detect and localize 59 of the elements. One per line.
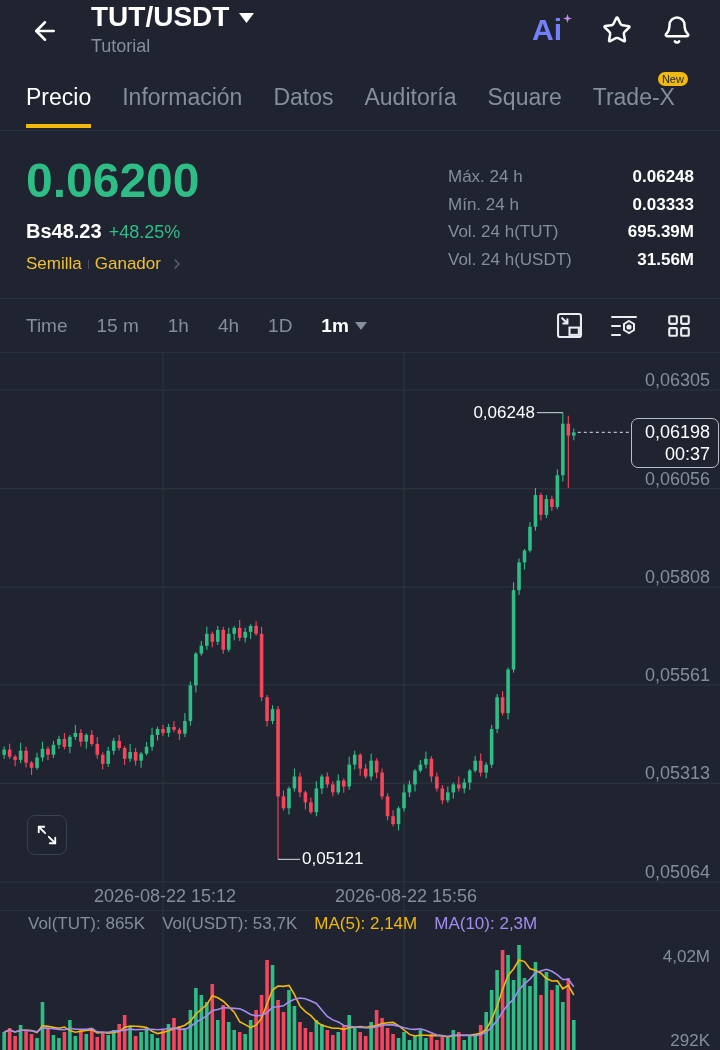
stat-value: 695.39M (627, 221, 694, 244)
price-axis-label: 0,06305 (644, 370, 710, 390)
price-axis-label: 0,05313 (644, 763, 710, 784)
pair-title[interactable]: TUT/USDT (91, 0, 230, 34)
last-price-value: 0,06198 (644, 421, 710, 444)
price-change: +48.25% (108, 221, 181, 244)
picture-in-picture-icon[interactable] (557, 313, 582, 338)
tab[interactable]: Auditoría (364, 84, 457, 128)
interval-tab[interactable]: 1h (167, 313, 189, 338)
fiat-price: Bs48.23 (26, 219, 102, 244)
interval-tab[interactable]: 1m (321, 313, 367, 338)
interval-tab[interactable]: Time (26, 313, 68, 338)
high-leader-line (536, 412, 564, 414)
time-axis-label: 2026-08-22 15:56 (334, 885, 478, 907)
interval-tab[interactable]: 4h (217, 313, 240, 338)
price-axis-label: 0,05808 (644, 567, 710, 588)
expand-button[interactable] (27, 815, 67, 855)
volume-legend-label: Vol(USDT): 53,7K (162, 912, 298, 935)
stat-value: 31.56M (637, 249, 694, 272)
new-badge: New (657, 72, 688, 86)
tag-label[interactable]: Ganador (94, 253, 161, 275)
low-price-label: 0,05121 (302, 848, 364, 871)
volume-legend-label: MA(5): 2,14M (314, 912, 418, 935)
tab[interactable]: Precio (26, 84, 92, 128)
stat-value: 0.03333 (632, 193, 694, 216)
last-price-line (577, 431, 632, 433)
tab[interactable]: Información (122, 84, 243, 128)
countdown-label: 00:37 (664, 443, 710, 466)
bell-icon[interactable] (662, 15, 692, 45)
stat-label: Máx. 24 h (448, 166, 523, 189)
settings-icon[interactable] (611, 314, 637, 337)
sparkle-icon (563, 14, 572, 23)
pair-subtitle: Tutorial (91, 35, 152, 57)
price-axis-label: 0,05064 (644, 862, 710, 882)
interval-tab[interactable]: 15 m (96, 313, 139, 338)
caret-down-icon[interactable] (239, 13, 255, 23)
tab[interactable]: Trade-X (592, 84, 675, 128)
last-price: 0.06200 (26, 153, 200, 209)
tab[interactable]: Square (487, 84, 562, 128)
time-axis-label: 2026-08-22 15:12 (93, 885, 237, 907)
expand-icon (36, 824, 58, 846)
volume-axis-label: 4,02M (662, 948, 710, 966)
stat-label: Vol. 24 h(TUT) (448, 221, 559, 244)
star-icon[interactable] (602, 15, 632, 45)
interval-tab[interactable]: 1D (268, 313, 293, 338)
price-axis-label: 0,05561 (644, 664, 710, 685)
grid-icon[interactable] (666, 312, 692, 339)
high-price-label: 0,06248 (473, 401, 535, 424)
ai-button[interactable]: Ai (532, 14, 572, 46)
tab[interactable]: Datos (273, 84, 334, 128)
stat-label: Vol. 24 h(USDT) (448, 249, 572, 272)
stat-value: 0.06248 (632, 166, 694, 189)
volume-legend-label: Vol(TUT): 865K (28, 912, 146, 935)
volume-legend-label: MA(10): 2,3M (434, 912, 538, 935)
price-axis-label: 0,06056 (644, 468, 710, 489)
stat-label: Mín. 24 h (448, 193, 519, 216)
low-leader-line (277, 858, 301, 860)
tag-label[interactable]: Semilla (26, 253, 82, 275)
volume-axis-label: 292K (670, 1032, 710, 1050)
